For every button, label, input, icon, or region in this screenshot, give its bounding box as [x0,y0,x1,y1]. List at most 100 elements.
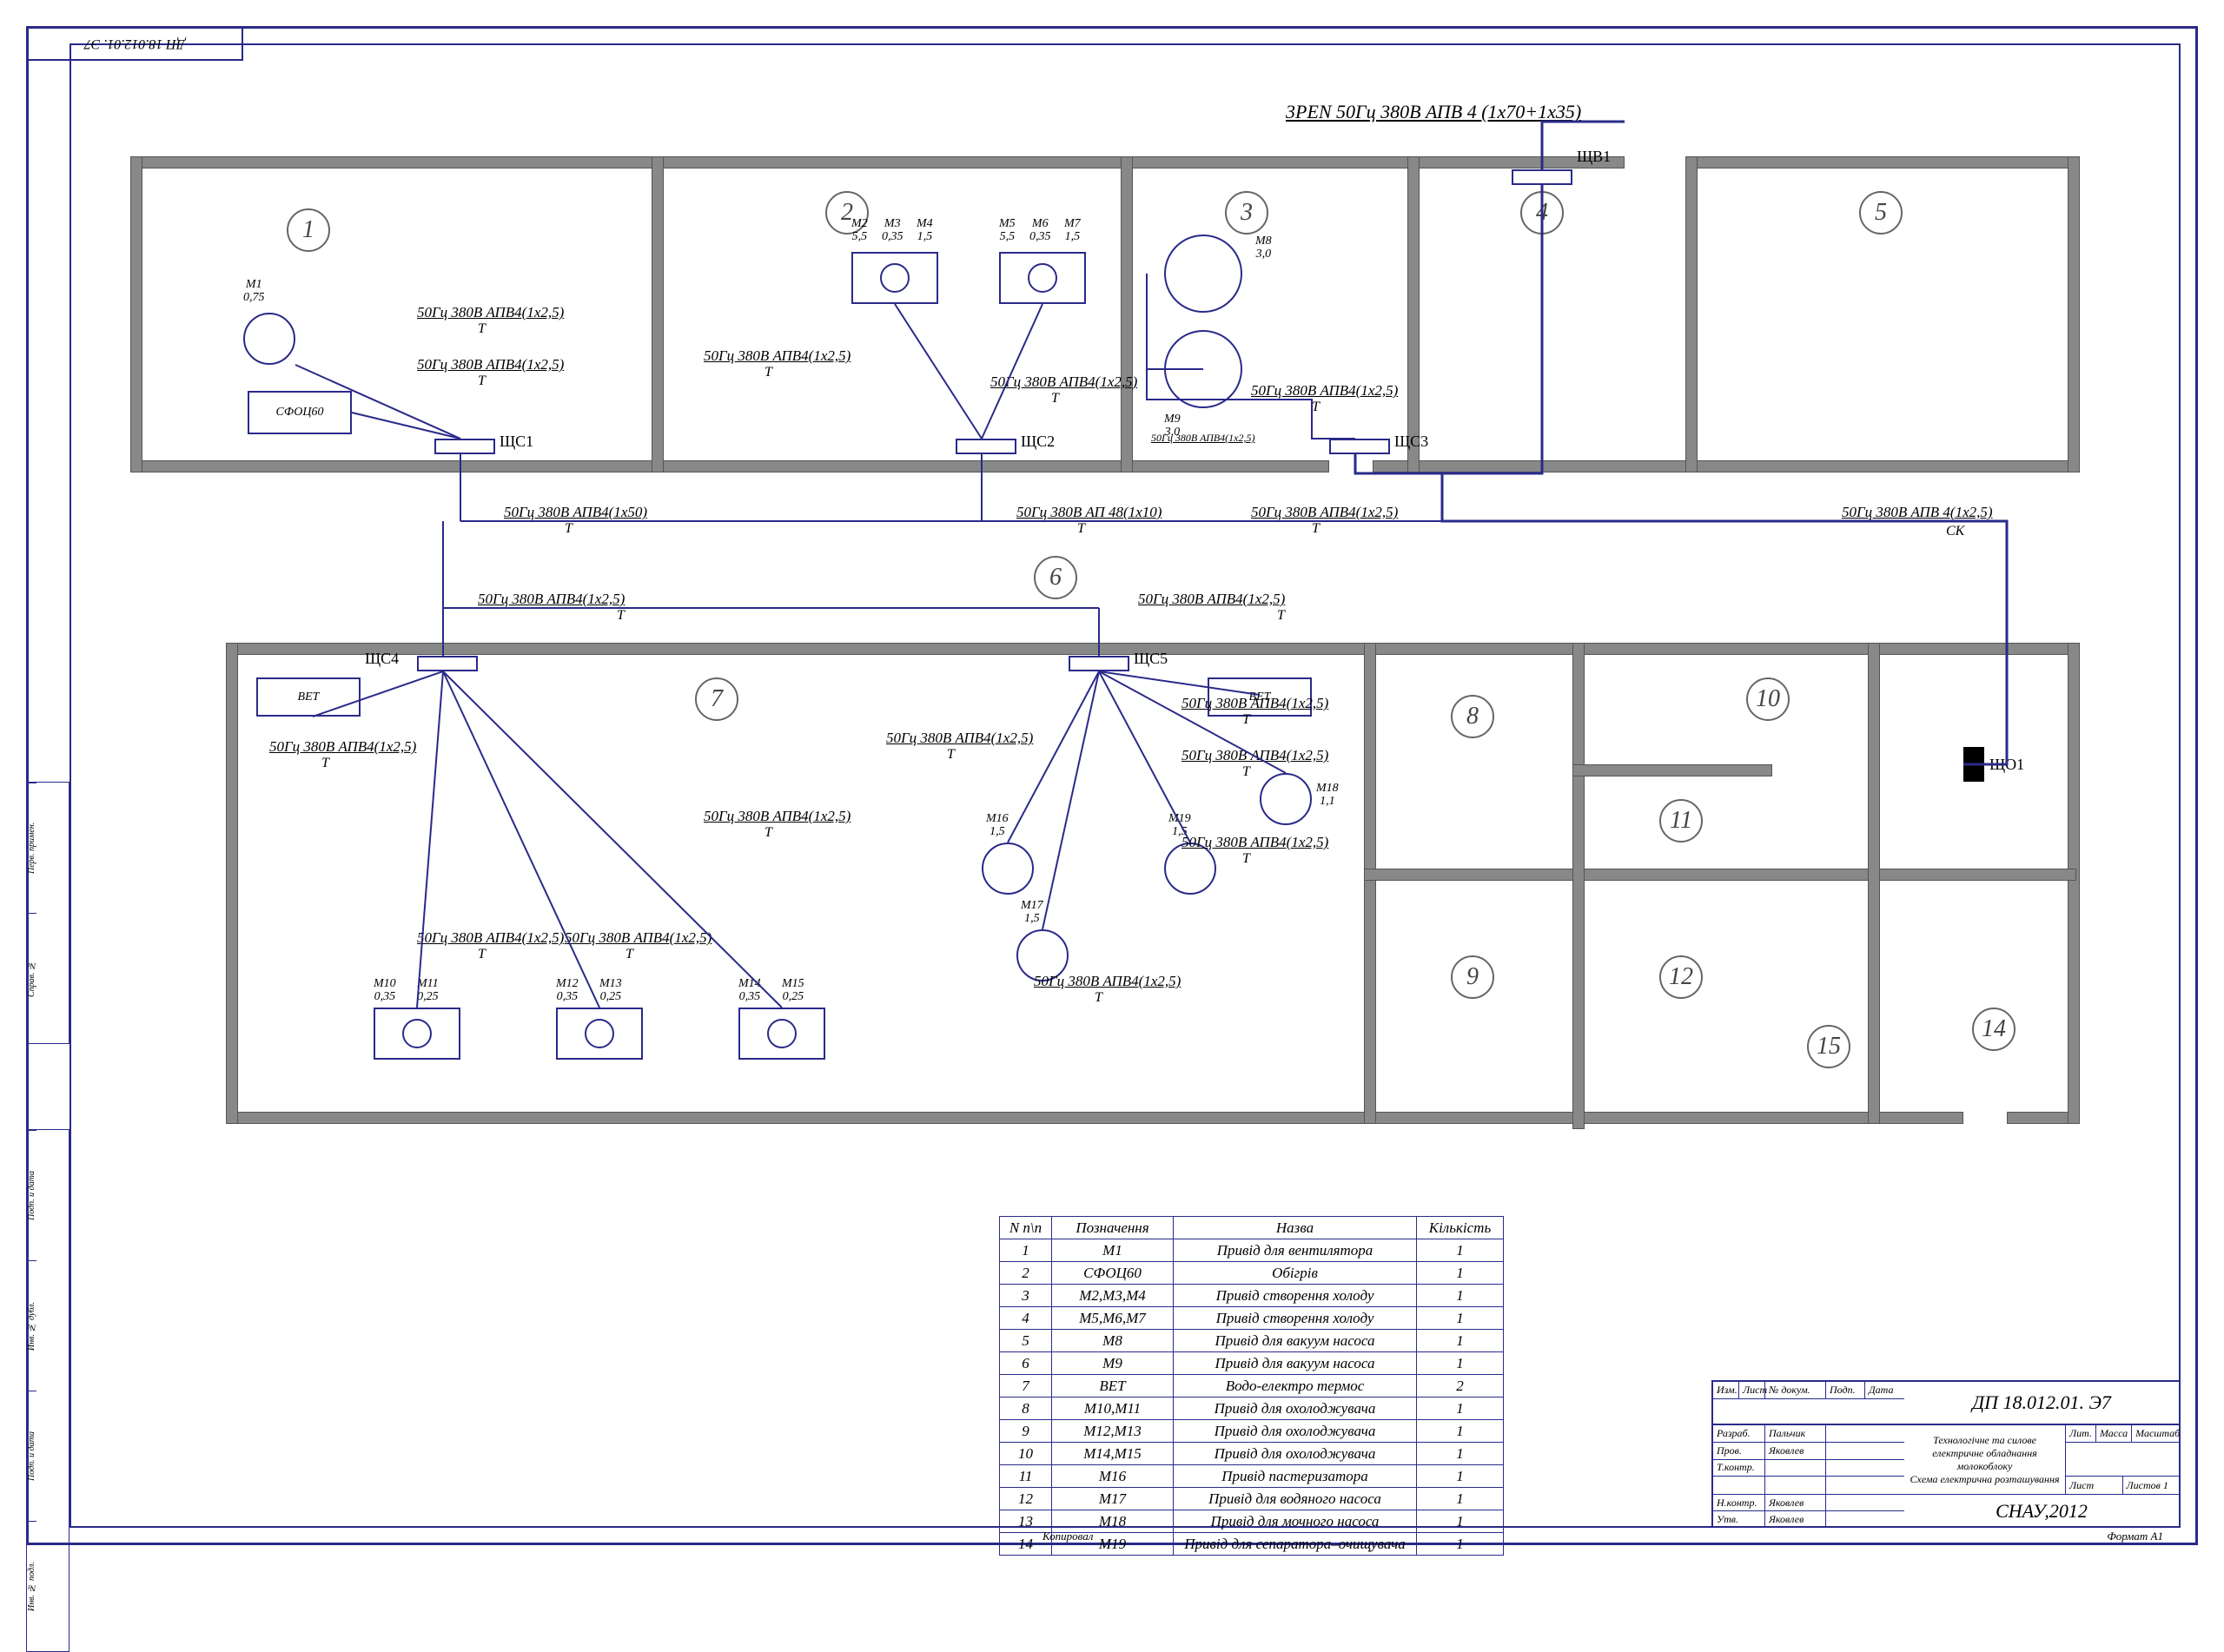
motor-label: М3 0,35 [882,217,904,244]
tb-name: Яковлев [1765,1495,1826,1510]
device-sfoc: СФОЦ60 [248,391,352,434]
cable-label: 50Гц 380В АПВ4(1х2,5) [478,591,625,608]
side-tab: Инв. № дубл. [27,1260,36,1391]
cable-label: 50Гц 380В АП 48(1х10) [1016,504,1162,521]
cable-t: Т [1077,521,1085,537]
table-cell: 6 [1000,1352,1052,1375]
motor-label: М14 0,35 [738,977,761,1004]
tb-col: № докум. [1765,1382,1826,1398]
panel-label: ЩВ1 [1577,148,1611,166]
cable-label: 50Гц 380В АПВ4(1х2,5) [886,730,1033,747]
panel-qv1 [1512,169,1572,185]
motor-label: М2 5,5 [851,217,868,244]
table-row: 12М17Привід для водяного насоса1 [1000,1488,1504,1510]
wall [1572,764,1585,1129]
table-cell: 2 [1417,1375,1504,1398]
panel-label: ЩС2 [1021,433,1055,451]
table-cell: Водо-електро термос [1174,1375,1417,1398]
cable-label: 50Гц 380В АПВ4(1х2,5) [1182,834,1328,851]
cable-label: 50Гц 380В АПВ4(1х2,5) [417,304,564,321]
cable-t: Т [478,947,486,962]
cable-label: 50Гц 380В АПВ4(1х2,5) [704,347,851,365]
wall [2068,643,2080,1124]
tb-col: Подп. [1826,1382,1865,1398]
tb-col: Изм. [1713,1382,1739,1398]
cable-t: Т [947,747,955,763]
table-row: 10М14,М15Привід для охолоджувача1 [1000,1443,1504,1465]
format: Формат А1 [2107,1530,2163,1543]
table-cell: 11 [1000,1465,1052,1488]
title-block: Изм. Лист № докум. Подп. Дата ДП 18.012.… [1711,1380,2181,1528]
table-cell: 12 [1000,1488,1052,1510]
table-cell: Привід для охолоджувача [1174,1420,1417,1443]
cable-label: 50Гц 380В АПВ4(1х50) [504,504,647,521]
motor-label: М4 1,5 [917,217,933,244]
wall [1364,643,1376,1124]
wall [226,643,238,1124]
tb-scale: Масштаб [2132,1425,2183,1442]
motor-group-234 [851,252,938,304]
room-badge: 10 [1746,677,1790,721]
table-cell: Привід для вентилятора [1174,1239,1417,1262]
table-cell: 1 [1417,1443,1504,1465]
wall [1121,156,1133,472]
wall [1407,156,1420,472]
table-row: 5М8Привід для вакуум насоса1 [1000,1330,1504,1352]
table-cell: 4 [1000,1307,1052,1330]
tb-mass: Масса [2096,1425,2132,1442]
title-line: Технологічне та силове [1933,1434,2036,1447]
cable-label: 50Гц 380В АПВ 4(1х2,5) [1842,504,1993,521]
tb-sheet: Лист [2066,1477,2123,1494]
cable-t: Т [478,321,486,337]
tb-role: Утв. [1713,1511,1765,1528]
motor-group-1011 [374,1008,460,1060]
cable-label: 50Гц 380В АПВ4(1х2,5) [1151,432,1255,445]
table-row: 8М10,М11Привід для охолоджувача1 [1000,1398,1504,1420]
table-cell: М17 [1052,1488,1174,1510]
panel-qs2 [956,439,1016,454]
panel-qs3 [1329,439,1390,454]
drawing-number-top: ДП 18.012.01. Э7 [26,26,243,61]
table-cell: 1 [1417,1352,1504,1375]
wall [1868,643,1880,1124]
table-cell: М1 [1052,1239,1174,1262]
table-cell: 5 [1000,1330,1052,1352]
motor-m16 [982,843,1034,895]
panel-label: ЩС3 [1394,433,1428,451]
table-cell: Привід для вакуум насоса [1174,1330,1417,1352]
motor-label: М16 1,5 [986,812,1009,839]
cable-label: 50Гц 380В АПВ4(1х2,5) [417,929,564,947]
motor-label: М1 0,75 [243,278,265,305]
room-badge: 6 [1034,556,1077,599]
table-row: 3М2,М3,М4Привід створення холоду1 [1000,1285,1504,1307]
cable-t: Т [565,521,573,537]
panel-label: ЩС5 [1134,650,1168,668]
title-line: електричне обладнання молокоблоку [1904,1447,2065,1473]
wall [226,1112,1963,1124]
wall [130,156,1625,169]
room-badge: 14 [1972,1008,2016,1051]
floor-plan: 1 2 3 4 5 6 7 8 9 10 11 12 14 15 ЩС1 ЩС2… [96,87,2111,1173]
drawing-code: ДП 18.012.01. Э7 [1904,1382,2179,1424]
cable-label: 50Гц 380В АПВ4(1х2,5) [990,373,1137,391]
table-row: 9М12,М13Привід для охолоджувача1 [1000,1420,1504,1443]
room-badge: 3 [1225,191,1268,235]
cable-label: 50Гц 380В АПВ4(1х2,5) [1251,382,1398,400]
cable-t: Т [321,756,329,771]
table-cell: Привід для сепаратора–очищувача [1174,1533,1417,1556]
left-side-tabs-2: Подп. и дата Инв. № дубл. Подп. и дата И… [26,1129,70,1652]
tb-role: Т.контр. [1713,1460,1765,1477]
table-cell: 1 [1417,1262,1504,1285]
cable-t: Т [1312,521,1320,537]
table-cell: Привід для мочного насоса [1174,1510,1417,1533]
motor-label: М5 5,5 [999,217,1016,244]
side-tab: Инв. № подл. [27,1521,36,1651]
table-cell: 1 [1417,1307,1504,1330]
table-cell: 2 [1000,1262,1052,1285]
table-row: 11М16Привід пастеризатора1 [1000,1465,1504,1488]
motor-label: М18 1,1 [1316,782,1339,809]
motor-group-1415 [738,1008,825,1060]
cable-label: 50Гц 380В АПВ4(1х2,5) [1251,504,1398,521]
tb-role: Н.контр. [1713,1495,1765,1510]
tb-col: Лист [1739,1382,1765,1398]
